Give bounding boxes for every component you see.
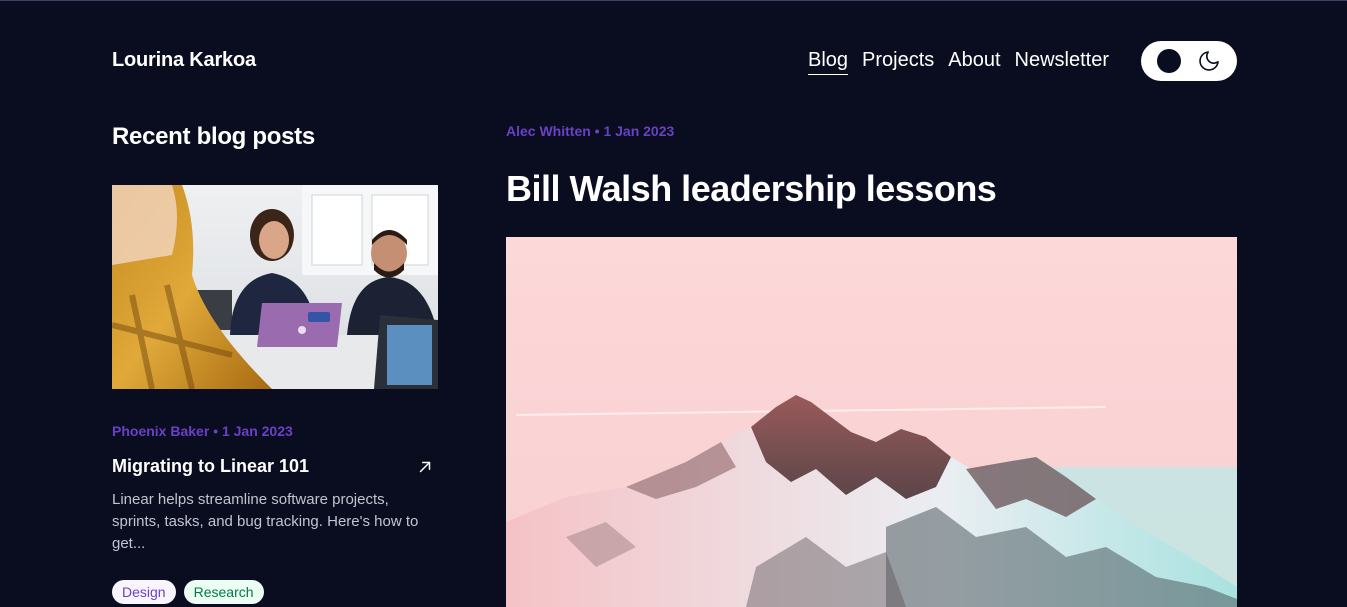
blog-card-image[interactable] xyxy=(112,185,438,389)
sidebar-title: Recent blog posts xyxy=(112,123,315,150)
blog-card-meta: Phoenix Baker • 1 Jan 2023 xyxy=(112,423,293,439)
tag-design[interactable]: Design xyxy=(112,580,176,604)
post-meta: Alec Whitten • 1 Jan 2023 xyxy=(506,123,675,139)
post-title[interactable]: Bill Walsh leadership lessons xyxy=(506,168,997,210)
nav-blog[interactable]: Blog xyxy=(808,49,849,75)
dark-circle-icon xyxy=(1157,49,1181,73)
blog-card-tags: Design Research xyxy=(112,580,264,604)
nav-about[interactable]: About xyxy=(948,49,1000,75)
post-hero-image xyxy=(506,237,1237,607)
nav-newsletter[interactable]: Newsletter xyxy=(1015,49,1109,75)
blog-card-title[interactable]: Migrating to Linear 101 xyxy=(112,456,309,477)
moon-icon xyxy=(1199,51,1219,71)
nav-projects[interactable]: Projects xyxy=(862,49,934,75)
site-brand[interactable]: Lourina Karkoa xyxy=(112,49,256,72)
arrow-up-right-icon[interactable] xyxy=(416,458,434,476)
main-nav: Blog Projects About Newsletter xyxy=(808,49,1123,75)
blog-card-excerpt: Linear helps streamline software project… xyxy=(112,491,419,552)
theme-toggle[interactable] xyxy=(1141,41,1237,81)
top-border xyxy=(0,0,1347,1)
tag-research[interactable]: Research xyxy=(183,580,264,604)
